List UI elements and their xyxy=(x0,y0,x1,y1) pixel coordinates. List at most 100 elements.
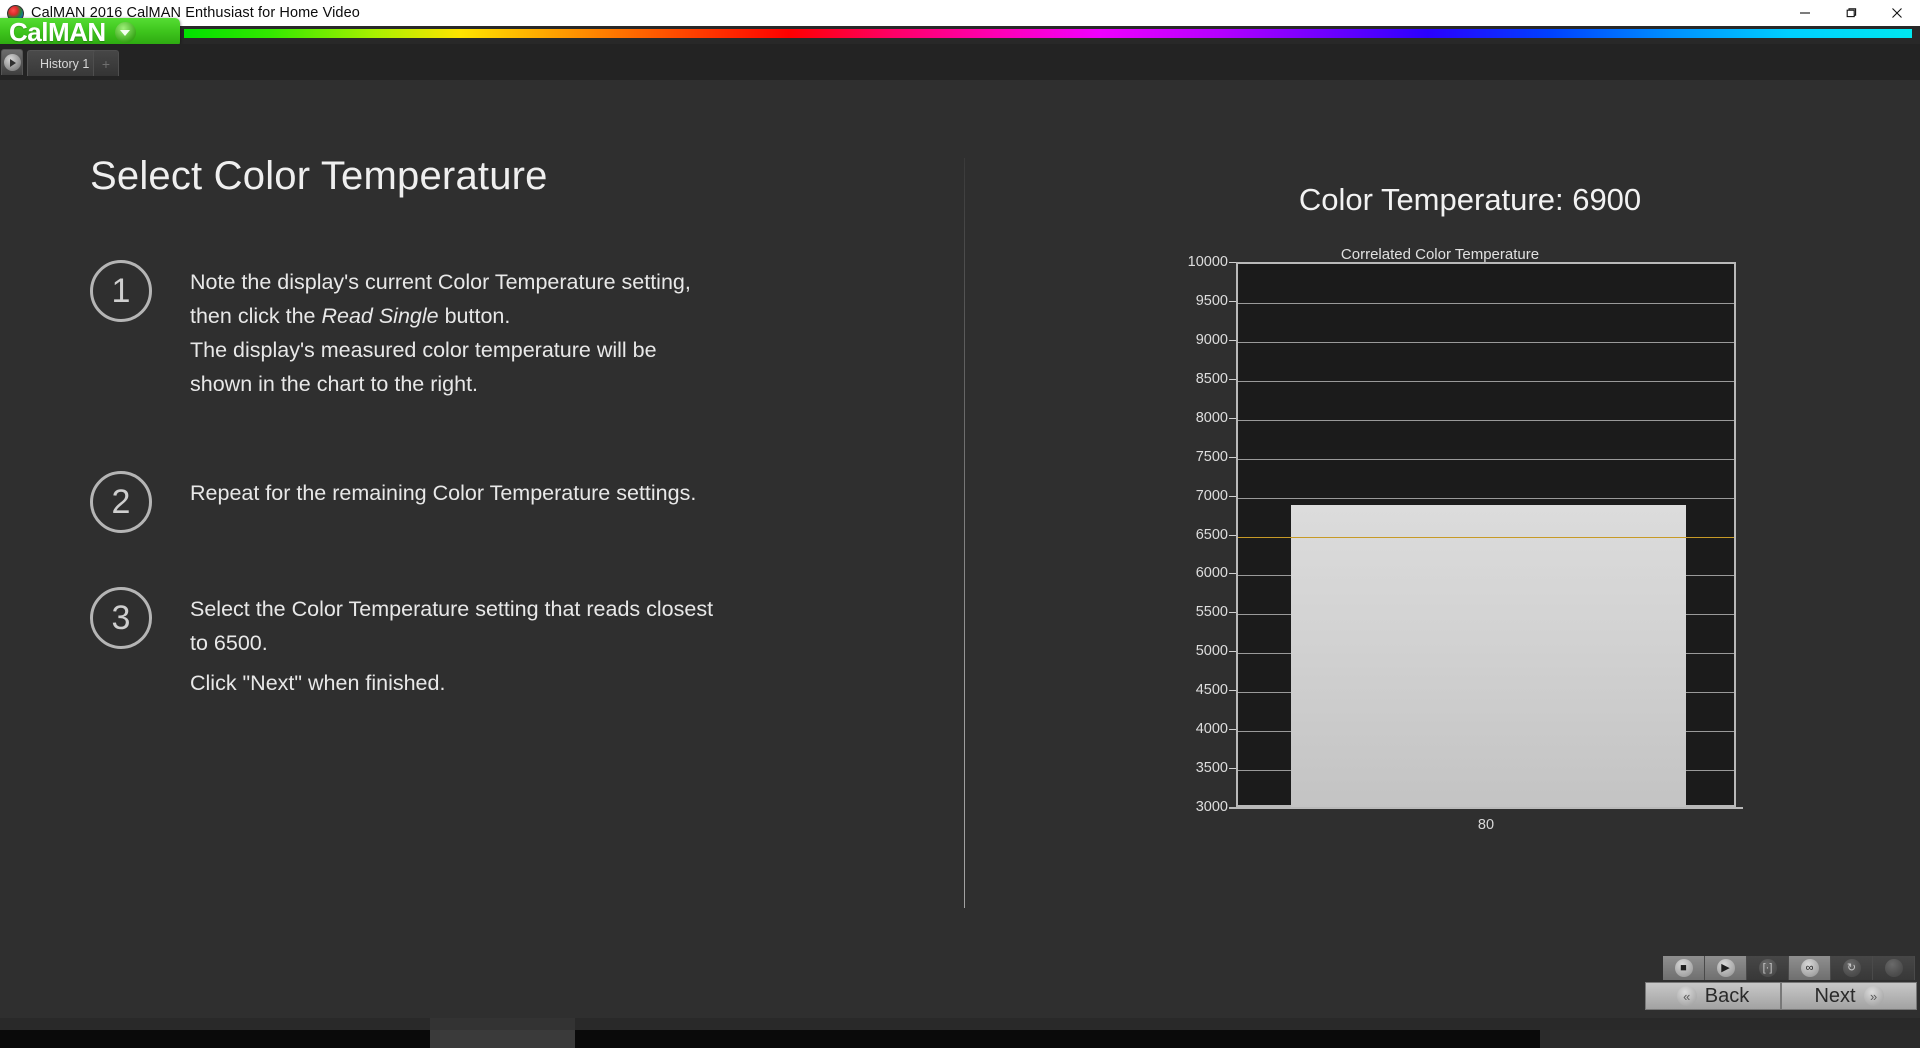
y-axis-tick-mark xyxy=(1229,378,1236,380)
y-axis-tick-label: 3500 xyxy=(1195,760,1228,777)
chart-gridline xyxy=(1238,458,1734,460)
y-axis-tick-label: 8500 xyxy=(1195,370,1228,387)
next-button-label: Next xyxy=(1814,984,1856,1007)
y-axis-tick-mark xyxy=(1229,495,1236,497)
stop-button[interactable]: ■ xyxy=(1663,956,1705,980)
play-icon: ▶ xyxy=(1716,959,1735,977)
y-axis-tick-label: 8000 xyxy=(1195,409,1228,426)
step-1-line-3: The display's measured color temperature… xyxy=(190,338,657,362)
step-2-text: Repeat for the remaining Color Temperatu… xyxy=(190,471,696,533)
y-axis-tick-mark xyxy=(1229,690,1236,692)
step-3-text: Select the Color Temperature setting tha… xyxy=(190,587,713,700)
wizard-nav: « Back Next » xyxy=(1645,982,1917,1010)
blank-button[interactable] xyxy=(1873,956,1915,980)
calman-logo-button[interactable]: CalMAN xyxy=(0,17,180,47)
chevron-double-left-icon: « xyxy=(1676,986,1697,1006)
transport-controls: ■ ▶ [·] ∞ ↻ xyxy=(1663,956,1917,980)
y-axis-tick-mark xyxy=(1229,768,1236,770)
y-axis-tick-mark xyxy=(1229,300,1236,302)
y-axis-tick-label: 5000 xyxy=(1195,643,1228,660)
back-button-label: Back xyxy=(1704,984,1750,1007)
y-axis-tick-label: 4000 xyxy=(1195,721,1228,738)
step-1-text: Note the display's current Color Tempera… xyxy=(190,260,691,401)
blank-icon xyxy=(1884,959,1903,977)
y-axis-tick-mark xyxy=(1229,417,1236,419)
step-2: 2 Repeat for the remaining Color Tempera… xyxy=(90,471,880,533)
y-axis-tick-label: 10000 xyxy=(1187,254,1228,270)
tab-history-1[interactable]: History 1 xyxy=(27,50,103,76)
taskbar-item[interactable] xyxy=(430,1030,575,1048)
next-button[interactable]: Next » xyxy=(1781,982,1917,1010)
refresh-icon: ↻ xyxy=(1842,959,1861,977)
chart-gridline xyxy=(1238,497,1734,499)
read-single-emphasis: Read Single xyxy=(321,304,439,328)
x-axis-tick-label: 80 xyxy=(1477,817,1495,833)
step-1-line-1: Note the display's current Color Tempera… xyxy=(190,270,691,294)
chart-plot-area xyxy=(1236,262,1736,809)
status-strip xyxy=(0,1018,1920,1030)
y-axis-tick-mark xyxy=(1229,262,1236,263)
step-2-line-1: Repeat for the remaining Color Temperatu… xyxy=(190,481,697,505)
y-axis-tick-label: 9000 xyxy=(1195,331,1228,348)
y-axis-tick-label: 3000 xyxy=(1195,799,1228,815)
y-axis-tick-mark xyxy=(1229,339,1236,341)
brand-bar xyxy=(0,26,1920,44)
taskbar-tray[interactable] xyxy=(1540,1030,1920,1048)
step-1: 1 Note the display's current Color Tempe… xyxy=(90,260,880,401)
status-segment xyxy=(430,1018,575,1030)
content-divider xyxy=(964,158,965,908)
step-3-line-1: Select the Color Temperature setting tha… xyxy=(190,597,714,621)
chevron-down-icon[interactable] xyxy=(114,22,136,43)
chart-gridline xyxy=(1238,419,1734,421)
target-reference-line xyxy=(1238,536,1734,538)
bracket-button[interactable]: [·] xyxy=(1747,956,1789,980)
plus-icon: + xyxy=(101,55,111,72)
y-axis-tick-label: 7000 xyxy=(1195,487,1228,504)
y-axis-tick-mark xyxy=(1229,651,1236,653)
chevron-double-right-icon: » xyxy=(1863,986,1884,1006)
y-axis-tick-mark xyxy=(1229,534,1236,536)
y-axis-tick-label: 7500 xyxy=(1195,448,1228,465)
main-content: Select Color Temperature 1 Note the disp… xyxy=(0,80,1920,1030)
step-3-number: 3 xyxy=(90,587,152,649)
cct-bar-chart: 3000 3500 4000 4500 5000 5500 6000 6500 7000 7500… xyxy=(1186,254,1756,833)
y-axis-tick-mark xyxy=(1229,612,1236,614)
y-axis-tick-mark xyxy=(1229,573,1236,575)
refresh-button[interactable]: ↻ xyxy=(1831,956,1873,980)
maximize-button[interactable] xyxy=(1828,0,1874,26)
play-arrow-icon xyxy=(3,54,21,71)
color-temperature-readout: Color Temperature: 6900 xyxy=(1298,182,1642,217)
windows-taskbar[interactable] xyxy=(0,1030,1920,1048)
y-axis-tick-label: 6000 xyxy=(1195,565,1228,582)
continuous-button[interactable]: ∞ xyxy=(1789,956,1831,980)
y-axis-tick-mark xyxy=(1229,729,1236,731)
step-1-line-2-pre: then click the xyxy=(190,304,322,328)
play-button[interactable]: ▶ xyxy=(1705,956,1747,980)
step-3: 3 Select the Color Temperature setting t… xyxy=(90,587,880,700)
step-1-line-2-post: button. xyxy=(438,304,511,328)
minimize-button[interactable] xyxy=(1782,0,1828,26)
chart-gridline xyxy=(1238,341,1734,343)
y-axis-tick-label: 6500 xyxy=(1195,526,1228,543)
step-2-number: 2 xyxy=(90,471,152,533)
navigation-panel: ■ ▶ [·] ∞ ↻ « Back Next » xyxy=(1645,956,1917,1010)
chart-gridline xyxy=(1238,302,1734,304)
y-axis-tick-label: 4500 xyxy=(1195,682,1228,699)
window-controls xyxy=(1782,0,1920,26)
instruction-steps: 1 Note the display's current Color Tempe… xyxy=(90,260,880,742)
continuous-icon: ∞ xyxy=(1800,959,1819,977)
window-titlebar: CalMAN 2016 CalMAN Enthusiast for Home V… xyxy=(0,0,1920,26)
page-title: Select Color Temperature xyxy=(90,154,548,198)
back-button[interactable]: « Back xyxy=(1645,982,1781,1010)
add-tab-button[interactable]: + xyxy=(93,50,119,76)
y-axis-tick-label: 5500 xyxy=(1195,604,1228,621)
y-axis-tick-label: 9500 xyxy=(1195,292,1228,309)
stop-icon: ■ xyxy=(1674,959,1693,977)
calman-application-window: CalMAN 2016 CalMAN Enthusiast for Home V… xyxy=(0,0,1920,1048)
step-3-line-2: to 6500. xyxy=(190,631,268,655)
close-button[interactable] xyxy=(1874,0,1920,26)
sidebar-expand-button[interactable] xyxy=(1,49,23,75)
step-1-number: 1 xyxy=(90,260,152,322)
x-axis-line xyxy=(1229,807,1743,809)
y-axis-tick-mark xyxy=(1229,456,1236,458)
